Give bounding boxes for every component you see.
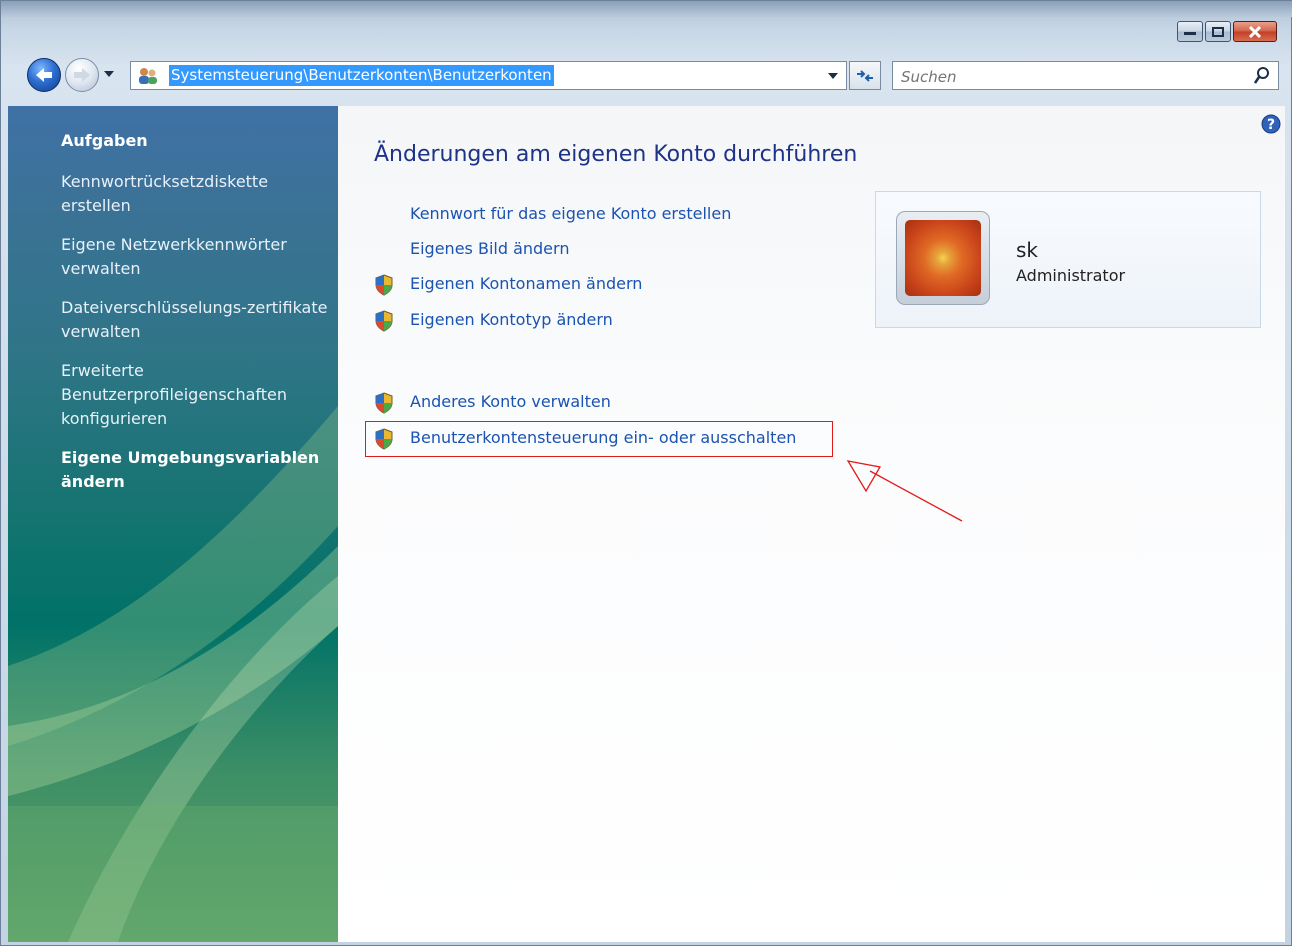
user-accounts-icon <box>139 68 157 84</box>
user-account-card: sk Administrator <box>875 191 1261 328</box>
sidebar-item-advanced-profile-properties[interactable]: Erweiterte Benutzerprofileigenschaften k… <box>61 359 331 431</box>
back-arrow-icon <box>36 68 52 82</box>
control-panel-window: Systemsteuerung\Benutzerkonten\Benutzerk… <box>0 0 1292 946</box>
maximize-button[interactable] <box>1205 21 1231 42</box>
uac-shield-icon <box>375 392 393 414</box>
tasks-heading: Aufgaben <box>61 131 148 150</box>
close-button[interactable] <box>1233 21 1277 42</box>
task-toggle-uac[interactable]: Benutzerkontensteuerung ein- oder aussch… <box>410 428 796 447</box>
minimize-button[interactable] <box>1177 21 1203 42</box>
page-title: Änderungen am eigenen Konto durchführen <box>374 142 858 167</box>
sidebar-background-swoosh <box>8 406 338 942</box>
address-text[interactable]: Systemsteuerung\Benutzerkonten\Benutzerk… <box>169 65 554 86</box>
task-change-account-name[interactable]: Eigenen Kontonamen ändern <box>410 274 642 293</box>
task-create-password[interactable]: Kennwort für das eigene Konto erstellen <box>410 204 731 223</box>
title-bar[interactable] <box>1 1 1292 17</box>
avatar[interactable] <box>896 211 990 305</box>
help-icon[interactable]: ? <box>1261 114 1281 134</box>
forward-button[interactable] <box>65 58 99 92</box>
user-role: Administrator <box>1016 266 1126 285</box>
task-change-picture[interactable]: Eigenes Bild ändern <box>410 239 569 258</box>
back-button[interactable] <box>27 58 61 92</box>
forward-arrow-icon <box>74 68 90 82</box>
window-controls <box>1177 21 1277 42</box>
avatar-flower-picture <box>905 220 981 296</box>
address-dropdown-icon[interactable] <box>828 73 838 80</box>
refresh-icon <box>857 69 873 82</box>
search-icon[interactable] <box>1254 67 1270 85</box>
sidebar-item-environment-variables[interactable]: Eigene Umgebungsvariablen ändern <box>61 446 331 494</box>
close-icon <box>1248 25 1262 38</box>
user-name: sk <box>1016 238 1039 262</box>
sidebar-item-network-passwords[interactable]: Eigene Netzwerkkennwörter verwalten <box>61 233 331 281</box>
svg-text:?: ? <box>1267 117 1275 133</box>
task-change-account-type[interactable]: Eigenen Kontotyp ändern <box>410 310 613 329</box>
address-bar[interactable]: Systemsteuerung\Benutzerkonten\Benutzerk… <box>130 61 847 90</box>
search-box[interactable] <box>892 61 1279 90</box>
sidebar-item-encryption-certificates[interactable]: Dateiverschlüsselungs-zertifikate verwal… <box>61 296 331 344</box>
sidebar-item-password-reset-disk[interactable]: Kennwortrücksetzdiskette erstellen <box>61 170 331 218</box>
task-pane: Aufgaben Kennwortrücksetzdiskette erstel… <box>8 106 338 942</box>
annotation-arrow <box>846 460 963 522</box>
refresh-button[interactable] <box>849 61 881 90</box>
minimize-icon <box>1184 31 1196 35</box>
main-content: ? Änderungen am eigenen Konto durchführe… <box>338 106 1285 942</box>
uac-shield-icon <box>375 274 393 296</box>
maximize-icon <box>1212 26 1224 37</box>
task-manage-other-account[interactable]: Anderes Konto verwalten <box>410 392 611 411</box>
recent-pages-dropdown[interactable] <box>104 70 114 78</box>
navigation-bar: Systemsteuerung\Benutzerkonten\Benutzerk… <box>1 51 1292 101</box>
uac-shield-icon <box>375 428 393 450</box>
search-input[interactable] <box>899 65 1233 88</box>
uac-shield-icon <box>375 310 393 332</box>
